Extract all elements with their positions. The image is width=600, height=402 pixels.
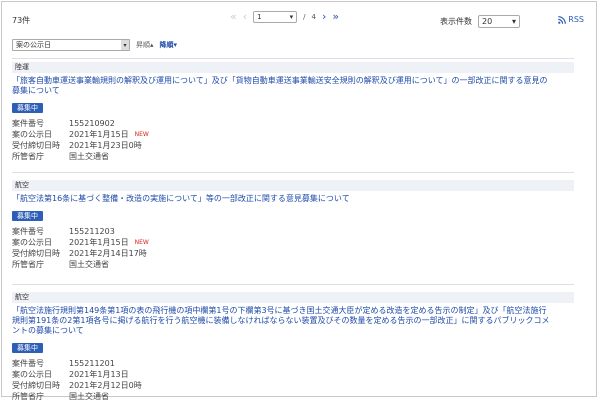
divider [12, 284, 574, 285]
display-count-label: 表示件数 [440, 17, 472, 26]
pagination: « ‹ 1 ▾ / 4 › » [230, 10, 339, 24]
meta-row: 案の公示日 2021年1月13日 [12, 370, 129, 379]
status-badge: 募集中 [12, 211, 43, 221]
result-count: 73件 [12, 16, 31, 25]
item-category: 航空 [12, 292, 574, 303]
next-page-icon[interactable]: › [322, 11, 326, 23]
results-header: 73件 « ‹ 1 ▾ / 4 › » 表示件数 20 ▾ RSS [12, 8, 590, 28]
meta-row: 案の公示日 2021年1月15日 NEW [12, 238, 149, 247]
item-title-link[interactable]: 「旅客自動車運送事業輸規則の解釈及び運用について」及び「貨物自動車運送事業輸送安… [12, 76, 552, 96]
item-meta: 案件番号 155211201 案の公示日 2021年1月13日 受付締切日時 2… [12, 358, 574, 402]
page-select-value: 1 [257, 13, 262, 21]
page-separator: / [303, 13, 306, 21]
meta-row: 案件番号 155211203 [12, 227, 115, 236]
status-badge: 募集中 [12, 343, 43, 353]
rss-icon [558, 15, 567, 24]
divider [12, 58, 574, 59]
display-count: 表示件数 20 ▾ [440, 15, 520, 28]
rss-link[interactable]: RSS [558, 15, 584, 24]
last-page-icon[interactable]: » [332, 11, 339, 23]
first-page-icon: « [230, 10, 237, 23]
meta-row: 案件番号 155211201 [12, 359, 115, 368]
chevron-down-icon: ▾ [511, 17, 516, 26]
rss-label: RSS [568, 15, 584, 24]
sort-field-value: 案の公示日 [16, 41, 51, 49]
meta-row: 所管省庁 国土交通省 [12, 260, 109, 269]
prev-page-icon: ‹ [242, 10, 248, 23]
page-select[interactable]: 1 ▾ [253, 11, 298, 23]
new-badge: NEW [134, 131, 149, 138]
list-item: 航空 「航空法第16条に基づく整備・改造の実施について」等の一部改正に関する意見… [12, 180, 574, 270]
sort-descending-link[interactable]: 降順▾ [160, 40, 178, 50]
chevron-down-icon: ▾ [121, 40, 129, 50]
meta-row: 受付締切日時 2021年2月12日0時 [12, 381, 142, 390]
meta-row: 案件番号 155210902 [12, 119, 115, 128]
item-title-link[interactable]: 「航空法第16条に基づく整備・改造の実施について」等の一部改正に関する意見募集に… [12, 194, 552, 204]
sort-bar: 案の公示日 ▾ 昇順▴ 降順▾ [12, 38, 177, 52]
new-badge: NEW [134, 239, 149, 246]
chevron-down-icon: ▾ [289, 13, 294, 21]
item-meta: 案件番号 155210902 案の公示日 2021年1月15日 NEW 受付締切… [12, 118, 574, 162]
divider [12, 172, 574, 173]
meta-row: 案の公示日 2021年1月15日 NEW [12, 130, 149, 139]
item-title-link[interactable]: 「航空法施行規則第149条第1項の表の飛行機の項中欄第1号の下欄第3号に基づき国… [12, 306, 552, 336]
list-item: 陸運 「旅客自動車運送事業輸規則の解釈及び運用について」及び「貨物自動車運送事業… [12, 62, 574, 162]
sort-ascending-link[interactable]: 昇順▴ [136, 40, 154, 50]
item-category: 陸運 [12, 62, 574, 73]
item-category: 航空 [12, 180, 574, 191]
status-badge: 募集中 [12, 103, 43, 113]
item-meta: 案件番号 155211203 案の公示日 2021年1月15日 NEW 受付締切… [12, 226, 574, 270]
display-count-value: 20 [482, 17, 493, 26]
meta-row: 受付締切日時 2021年1月23日0時 [12, 141, 142, 150]
display-count-select[interactable]: 20 ▾ [478, 15, 520, 28]
meta-row: 所管省庁 国土交通省 [12, 152, 109, 161]
total-pages: 4 [311, 13, 316, 21]
meta-row: 所管省庁 国土交通省 [12, 392, 109, 401]
list-item: 航空 「航空法施行規則第149条第1項の表の飛行機の項中欄第1号の下欄第3号に基… [12, 292, 574, 402]
meta-row: 受付締切日時 2021年2月14日17時 [12, 249, 147, 258]
sort-field-select[interactable]: 案の公示日 ▾ [12, 39, 130, 51]
